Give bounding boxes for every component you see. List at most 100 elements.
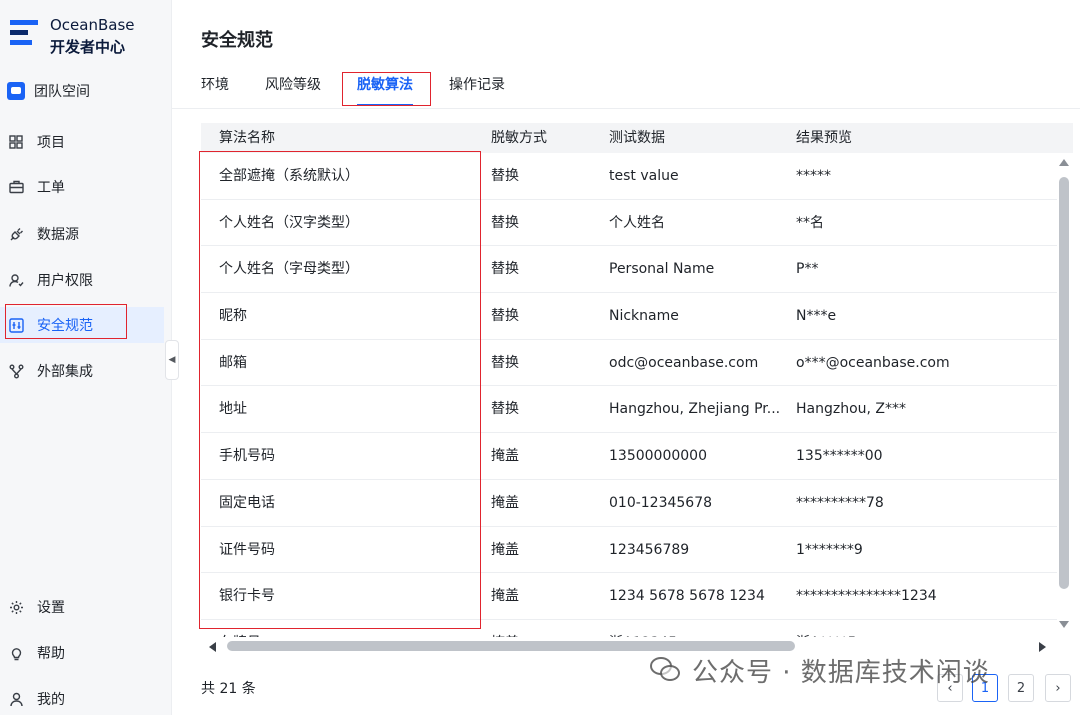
cell-masking-method: 掩盖 [491,494,519,511]
cell-algorithm-name: 个人姓名（汉字类型） [219,214,359,231]
cell-result-preview: 浙A****5 [796,620,1046,637]
table-header: 算法名称 脱敏方式 测试数据 结果预览 [201,123,1073,153]
plug-icon [8,226,24,242]
vertical-scroll-thumb[interactable] [1059,177,1069,589]
cell-test-data: Nickname [609,308,679,325]
cell-algorithm-name: 固定电话 [219,494,275,511]
scroll-up-arrow-icon[interactable] [1059,159,1069,166]
cell-test-data: 浙A12345 [609,620,784,637]
pagination-next-button[interactable]: › [1045,674,1071,702]
table-row[interactable]: 证件号码 掩盖 123456789 1*******9 [201,527,1057,574]
cell-test-data: Personal Name [609,261,715,278]
help-bulb-icon [8,645,24,661]
sidebar-item-help[interactable]: 帮助 [0,635,164,671]
cell-result-preview: **********78 [796,494,884,511]
brand-subtitle: 开发者中心 [50,38,126,56]
column-header-preview[interactable]: 结果预览 [796,123,1046,153]
table-row[interactable]: 银行卡号 掩盖 1234 5678 5678 1234 ***************… [201,573,1057,620]
sidebar-item-label: 设置 [37,600,65,616]
tab-masking-algorithm[interactable]: 脱敏算法 [357,74,413,106]
user-permission-icon [8,272,24,288]
pagination-page-2[interactable]: 2 [1008,674,1034,702]
sidebar-item-external-integration[interactable]: 外部集成 [0,353,164,389]
chevron-right-icon: › [1055,680,1061,696]
cell-result-preview: N***e [796,308,837,325]
cell-algorithm-name: 地址 [219,401,247,418]
brand-logo[interactable]: OceanBase 开发者中心 [10,14,135,58]
cell-result-preview: Hangzhou, Z*** [796,401,907,418]
brand-name: OceanBase [50,16,135,34]
table-body: 全部遮掩（系统默认） 替换 test value ***** 个人姓名（汉字类型） 替换个… [201,153,1057,637]
cell-masking-method: 掩盖 [491,588,519,605]
cell-algorithm-name: 手机号码 [219,448,275,465]
scroll-left-arrow-icon[interactable] [209,642,216,652]
table-row[interactable]: 个人姓名（汉字类型） 替换 个人姓名 **名 [201,200,1057,247]
sidebar-item-label: 外部集成 [37,364,93,380]
sidebar-item-label: 我的 [37,692,65,708]
cell-algorithm-name: 银行卡号 [219,588,275,605]
tab-environment[interactable]: 环境 [201,74,229,98]
sidebar-collapse-button[interactable]: ◀ [165,340,179,380]
table-row[interactable]: 全部遮掩（系统默认） 替换 test value ***** [201,153,1057,200]
column-header-name[interactable]: 算法名称 [219,123,479,153]
oceanbase-logo-icon [10,14,38,50]
tab-bar: 环境 风险等级 脱敏算法 操作记录 [201,74,541,110]
user-icon [8,691,24,707]
cell-test-data: 123456789 [609,541,690,558]
sidebar-item-datasources[interactable]: 数据源 [0,216,164,252]
masking-algorithm-table: 算法名称 脱敏方式 测试数据 结果预览 全部遮掩（系统默认） 替换 test val… [201,123,1073,637]
vertical-scrollbar[interactable] [1056,155,1072,637]
column-header-test-data[interactable]: 测试数据 [609,123,784,153]
cell-test-data: 个人姓名 [609,214,665,231]
team-space-label: 团队空间 [34,84,90,100]
column-header-method[interactable]: 脱敏方式 [491,123,601,153]
cell-test-data: Hangzhou, Zhejiang Pr... [609,401,781,418]
sidebar-item-security-spec[interactable]: 安全规范 [0,307,164,343]
scroll-down-arrow-icon[interactable] [1059,621,1069,628]
table-row[interactable]: 个人姓名（字母类型） 替换 Personal Name P** [201,246,1057,294]
sidebar-item-label: 安全规范 [37,318,93,334]
cell-test-data: 010-12345678 [609,494,713,511]
briefcase-icon [8,179,24,195]
scroll-right-arrow-icon[interactable] [1039,642,1046,652]
gear-icon [8,599,24,615]
integration-icon [8,363,24,379]
watermark-text: 公众号 · 数据库技术闲谈 [692,657,990,688]
sidebar-item-tickets[interactable]: 工单 [0,169,164,205]
table-row[interactable]: 地址 替换 Hangzhou, Zhejiang Pr... Hangzhou, Z*… [201,386,1057,434]
sidebar-item-label: 数据源 [37,227,79,243]
watermark: 公众号 · 数据库技术闲谈 [650,650,990,690]
cell-test-data: 13500000000 [609,448,707,465]
cell-test-data: test value [609,168,679,184]
cell-masking-method: 替换 [491,261,519,278]
cell-algorithm-name: 个人姓名（字母类型） [219,261,359,278]
security-spec-icon [8,317,24,333]
sidebar-item-settings[interactable]: 设置 [0,589,164,625]
caret-left-icon: ◀ [168,355,176,365]
cell-result-preview: o***@oceanbase.com [796,354,950,371]
table-row[interactable]: 车牌号掩盖浙A12345 浙A****5 [201,620,1057,637]
table-row[interactable]: 手机号码 掩盖 13500000000 135******00 [201,433,1057,480]
cell-test-data: odc@oceanbase.com [609,354,759,371]
table-row[interactable]: 固定电话 掩盖 010-12345678 **********78 [201,480,1057,527]
cell-algorithm-name: 证件号码 [219,541,275,558]
team-space-switcher[interactable]: 团队空间 [7,80,90,102]
cell-algorithm-name: 车牌号 [219,620,479,637]
cell-result-preview: P** [796,261,819,278]
cell-algorithm-name: 全部遮掩（系统默认） [219,168,359,184]
table-row[interactable]: 邮箱 替换 odc@oceanbase.com o***@oceanbase.com [201,340,1057,387]
tab-risk-level[interactable]: 风险等级 [265,74,321,98]
tabs-divider [172,108,1080,109]
cell-masking-method: 替换 [491,214,519,231]
cell-result-preview: **名 [796,214,824,231]
sidebar-item-mine[interactable]: 我的 [0,681,164,715]
sidebar-item-user-permissions[interactable]: 用户权限 [0,262,164,298]
wechat-icon [650,657,680,683]
tab-operation-log[interactable]: 操作记录 [449,74,505,98]
table-row[interactable]: 昵称 替换 Nickname N***e [201,293,1057,340]
cell-masking-method: 替换 [491,401,519,418]
page-title: 安全规范 [201,30,273,51]
sidebar: OceanBase 开发者中心 团队空间 项目 工单 数据源 用户权限 安全规范… [0,0,172,715]
cell-masking-method: 替换 [491,168,519,184]
sidebar-item-projects[interactable]: 项目 [0,124,164,160]
